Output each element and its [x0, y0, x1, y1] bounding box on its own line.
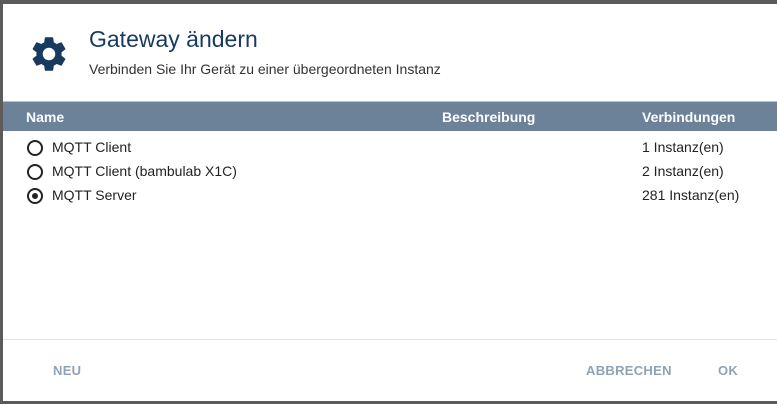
gateway-name: MQTT Client (bambulab X1C) — [52, 163, 237, 179]
dialog-header: Gateway ändern Verbinden Sie Ihr Gerät z… — [3, 4, 777, 100]
cancel-button[interactable]: ABBRECHEN — [586, 363, 672, 378]
gateway-dialog: Gateway ändern Verbinden Sie Ihr Gerät z… — [3, 4, 777, 401]
table-row[interactable]: MQTT Client 1 Instanz(en) — [3, 137, 777, 161]
column-header-connections[interactable]: Verbindungen — [642, 109, 735, 125]
gateway-connections: 1 Instanz(en) — [642, 139, 724, 155]
table-row[interactable]: MQTT Client (bambulab X1C) 2 Instanz(en) — [3, 161, 777, 185]
dialog-subtitle: Verbinden Sie Ihr Gerät zu einer übergeo… — [89, 61, 441, 77]
table-row[interactable]: MQTT Server 281 Instanz(en) — [3, 185, 777, 209]
radio-dot — [32, 193, 38, 199]
gateway-name: MQTT Client — [52, 139, 132, 155]
gateway-connections: 281 Instanz(en) — [642, 187, 740, 203]
radio-button-selected[interactable] — [27, 188, 43, 204]
gateway-name: MQTT Server — [52, 187, 137, 203]
gear-icon — [32, 37, 66, 71]
column-header-description[interactable]: Beschreibung — [442, 109, 535, 125]
new-button[interactable]: NEU — [53, 363, 81, 378]
gateway-connections: 2 Instanz(en) — [642, 163, 724, 179]
table-header: Name Beschreibung Verbindungen — [3, 101, 777, 131]
dialog-title: Gateway ändern — [89, 26, 258, 52]
radio-button[interactable] — [27, 164, 43, 180]
footer-divider — [3, 339, 777, 340]
ok-button[interactable]: OK — [718, 363, 738, 378]
column-header-name[interactable]: Name — [26, 109, 64, 125]
radio-button[interactable] — [27, 140, 43, 156]
